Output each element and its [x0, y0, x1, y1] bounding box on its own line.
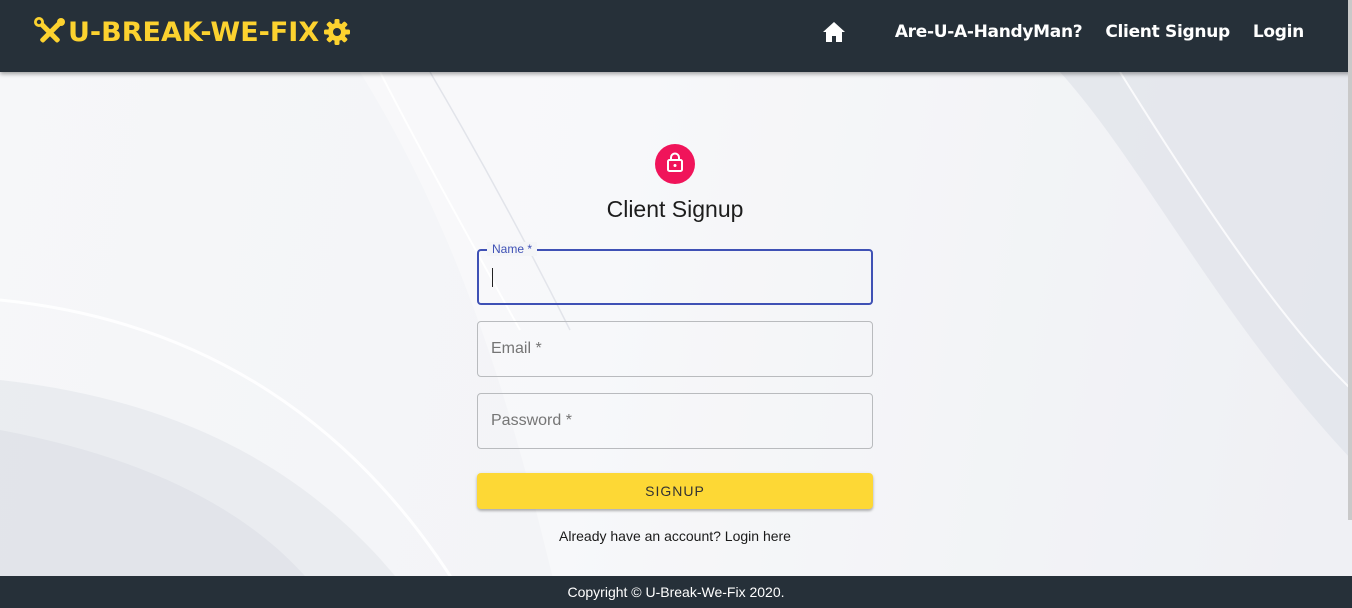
- password-field[interactable]: Password *: [477, 393, 873, 449]
- lock-icon: [666, 152, 684, 177]
- email-field[interactable]: Email *: [477, 321, 873, 377]
- lock-avatar: [655, 144, 695, 184]
- home-icon[interactable]: [822, 21, 846, 43]
- name-label: Name *: [487, 242, 538, 256]
- tools-icon: [34, 17, 66, 47]
- email-placeholder: Email *: [491, 340, 542, 357]
- signup-button[interactable]: SIGNUP: [477, 473, 873, 509]
- page-title: Client Signup: [606, 196, 744, 222]
- gear-icon: [323, 18, 351, 46]
- text-cursor: [492, 268, 493, 287]
- navbar: U-BREAK-WE-FIX Are-U-A-HandyMan? Client …: [0, 0, 1352, 72]
- brand-logo[interactable]: U-BREAK-WE-FIX: [34, 14, 351, 50]
- nav-link-client-signup[interactable]: Client Signup: [1105, 22, 1230, 42]
- login-here-link[interactable]: Already have an account? Login here: [477, 528, 873, 544]
- scrollbar[interactable]: [1348, 0, 1352, 520]
- brand-name: U-BREAK-WE-FIX: [68, 16, 320, 48]
- nav-link-login[interactable]: Login: [1253, 22, 1304, 42]
- password-placeholder: Password *: [491, 412, 572, 429]
- copyright-text: Copyright © U-Break-We-Fix 2020.: [567, 584, 785, 600]
- nav-link-handyman[interactable]: Are-U-A-HandyMan?: [895, 22, 1083, 42]
- nav-links: Are-U-A-HandyMan? Client Signup Login: [822, 14, 1304, 50]
- footer: Copyright © U-Break-We-Fix 2020.: [0, 576, 1352, 608]
- name-field[interactable]: Name *: [477, 242, 873, 305]
